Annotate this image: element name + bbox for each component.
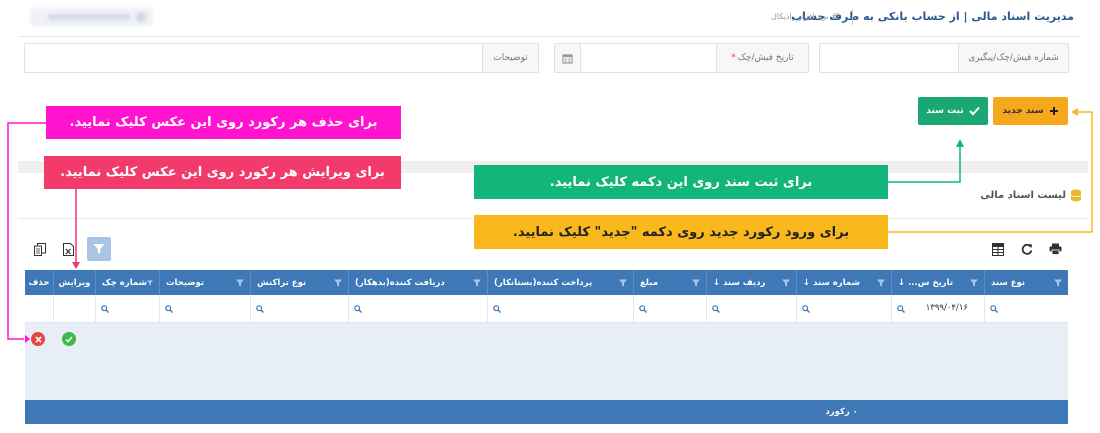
delete-hint-arrow (7, 122, 46, 340)
annotation-arrows (7, 108, 1093, 343)
delete-hint-arrowhead (25, 335, 30, 343)
save-hint-arrowhead (956, 139, 964, 147)
edit-hint-arrowhead (72, 262, 80, 269)
new-hint-arrowhead (1071, 108, 1078, 116)
new-hint-arrow (888, 111, 1093, 233)
save-hint-arrow (888, 146, 961, 183)
